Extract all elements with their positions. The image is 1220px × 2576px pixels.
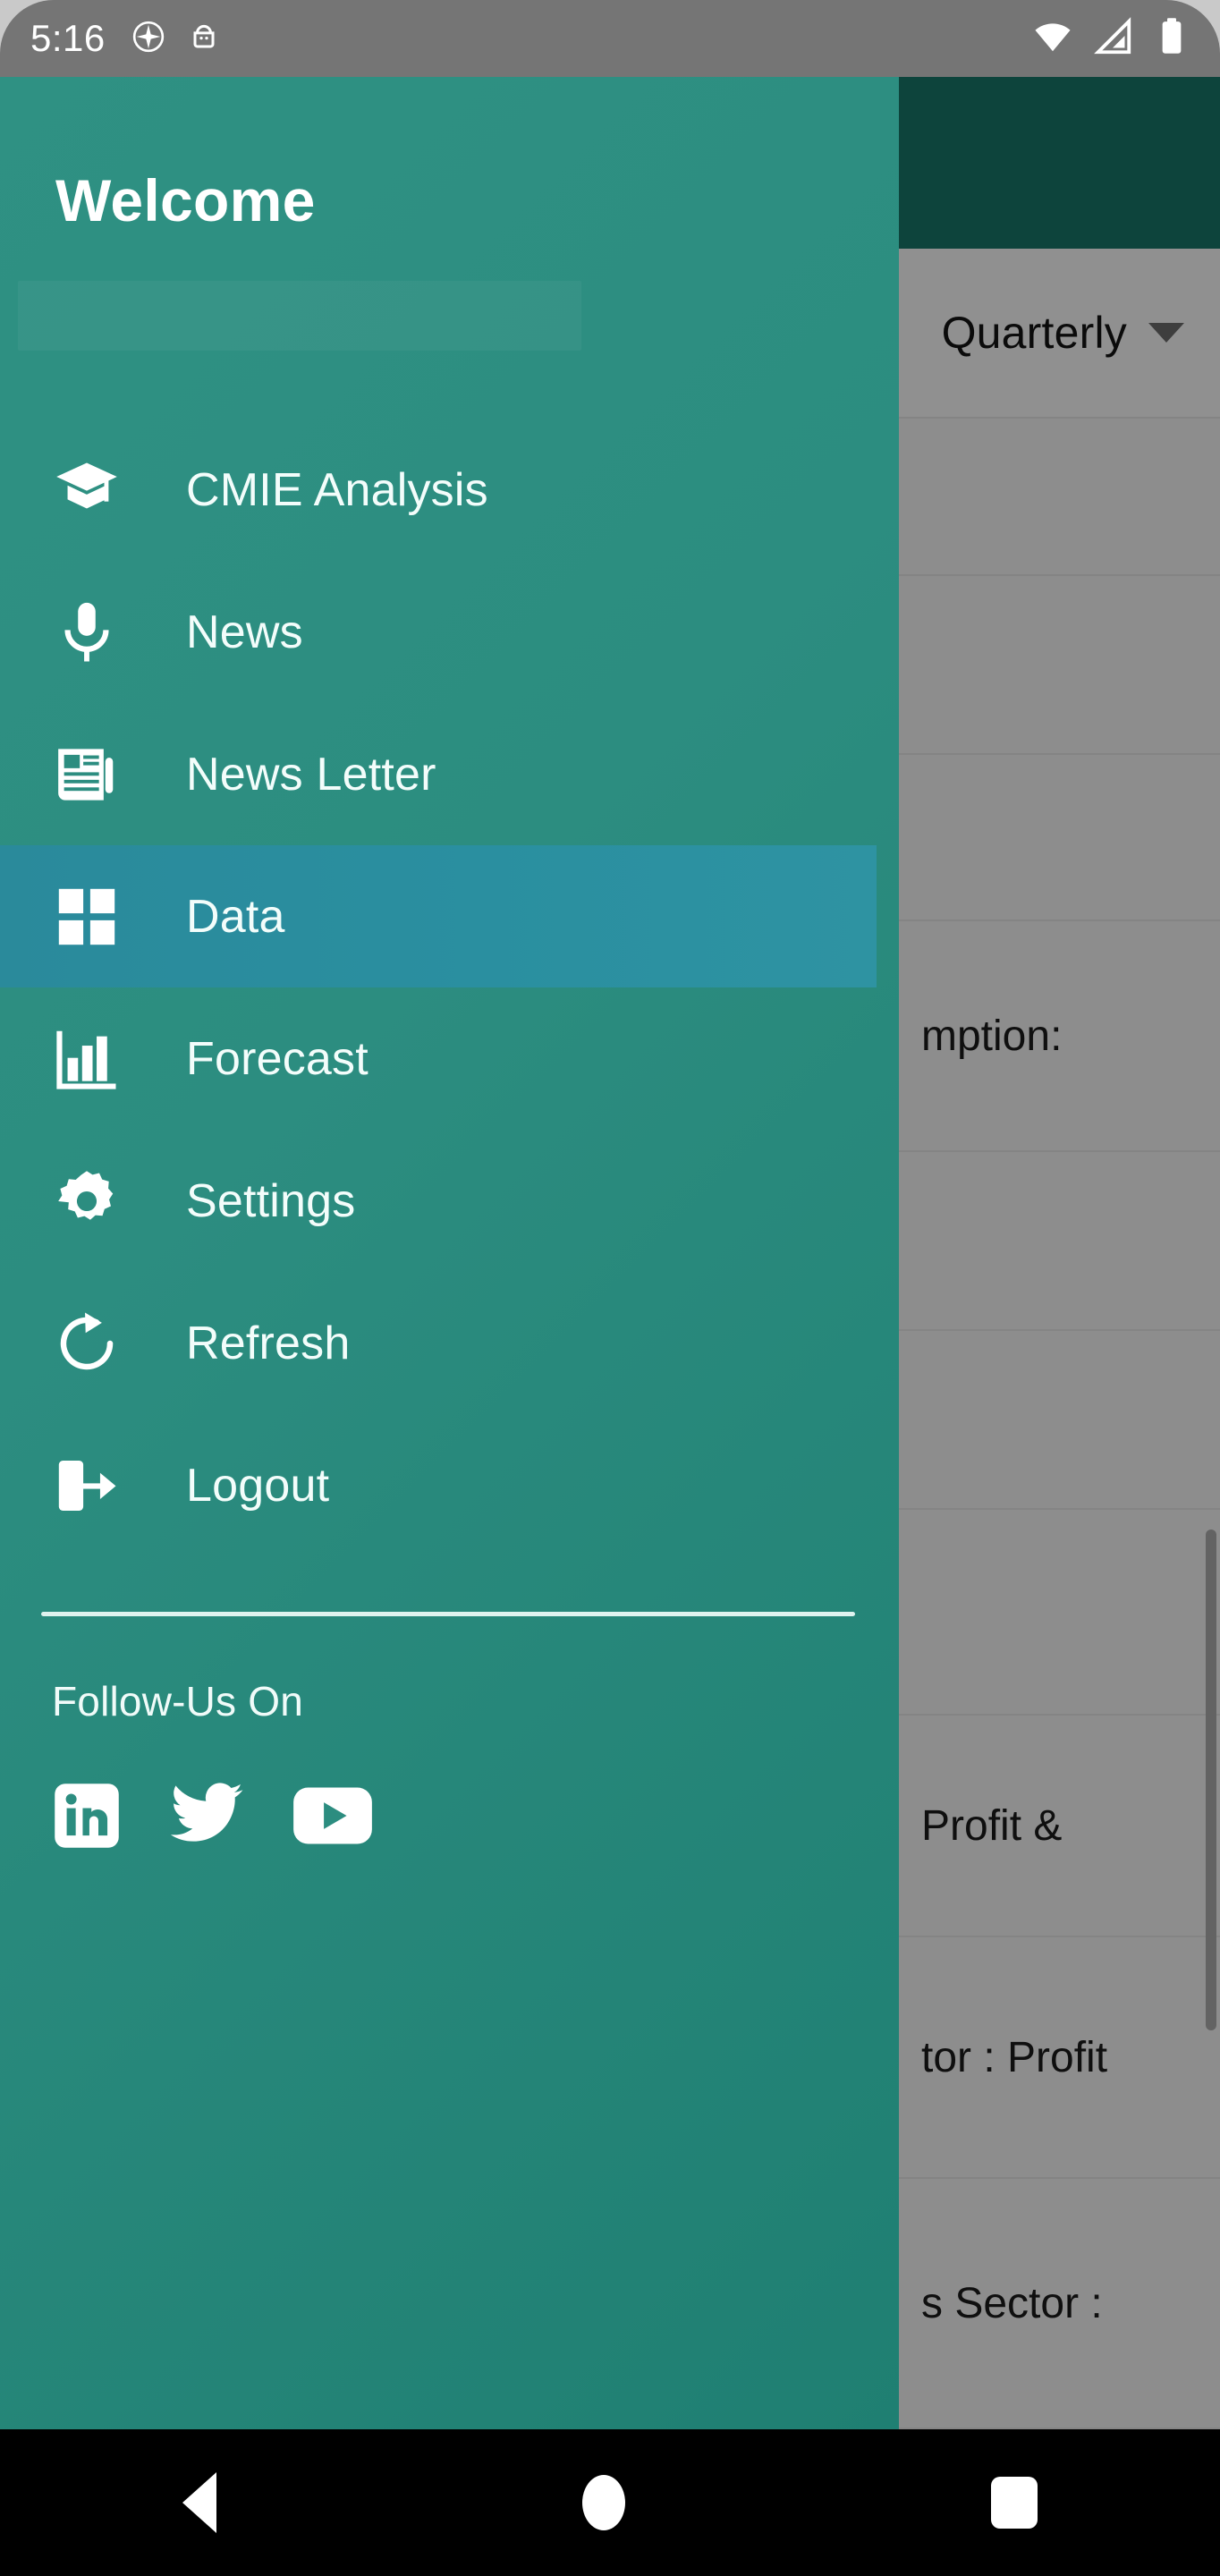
scrollbar-thumb[interactable] <box>1206 1530 1216 2030</box>
social-links <box>52 1781 899 1851</box>
microphone-icon <box>52 597 122 667</box>
drawer-item-label: News <box>186 606 303 658</box>
drawer-item-data[interactable]: Data <box>0 845 877 987</box>
chevron-down-icon[interactable] <box>1148 323 1184 343</box>
status-right-icons <box>1032 16 1190 62</box>
drawer-title: Welcome <box>55 167 316 233</box>
status-bar: 5:16 <box>0 0 1220 77</box>
bar-chart-icon <box>52 1024 122 1094</box>
drawer-item-logout[interactable]: Logout <box>0 1414 899 1556</box>
drawer-item-refresh[interactable]: Refresh <box>0 1272 899 1414</box>
drawer-item-label: Logout <box>186 1459 330 1512</box>
background-row-text: s Sector : <box>921 2279 1103 2327</box>
user-name-field[interactable] <box>18 281 581 351</box>
android-nav-bar <box>0 2429 1220 2576</box>
drawer-item-news[interactable]: News <box>0 561 899 703</box>
background-row-text: Profit & <box>921 1801 1063 1850</box>
status-time: 5:16 <box>30 17 106 59</box>
logout-icon <box>52 1451 122 1521</box>
graduation-cap-icon <box>52 455 122 525</box>
linkedin-icon[interactable] <box>52 1781 122 1851</box>
grid-squares-icon <box>52 882 122 952</box>
drawer-divider <box>41 1612 855 1616</box>
drawer-item-label: Settings <box>186 1174 356 1227</box>
newspaper-icon <box>52 740 122 809</box>
drawer-item-label: Forecast <box>186 1032 369 1085</box>
drawer-item-label: CMIE Analysis <box>186 463 488 516</box>
back-triangle-icon[interactable] <box>182 2472 217 2533</box>
youtube-icon[interactable] <box>292 1784 374 1847</box>
twitter-icon[interactable] <box>168 1781 245 1851</box>
drawer-item-settings[interactable]: Settings <box>0 1130 899 1272</box>
drawer-item-forecast[interactable]: Forecast <box>0 987 899 1130</box>
wifi-icon <box>1032 16 1073 62</box>
cellular-signal-icon <box>1093 16 1134 62</box>
location-off-icon <box>131 19 166 59</box>
drawer-header: Welcome <box>0 77 899 351</box>
gear-icon <box>52 1166 122 1236</box>
refresh-icon <box>52 1309 122 1378</box>
android-debug-icon <box>186 19 222 59</box>
drawer-item-label: Data <box>186 890 285 943</box>
background-row-text: mption: <box>921 1012 1063 1060</box>
status-left-icons <box>131 19 222 59</box>
follow-us-title: Follow-Us On <box>52 1678 304 1724</box>
period-filter-label: Quarterly <box>941 308 1127 358</box>
recents-square-icon[interactable] <box>990 2477 1038 2529</box>
drawer-item-cmie-analysis[interactable]: CMIE Analysis <box>0 419 899 561</box>
drawer-item-label: News Letter <box>186 748 436 801</box>
drawer-item-news-letter[interactable]: News Letter <box>0 703 899 845</box>
background-row-text: tor : Profit <box>921 2033 1108 2081</box>
phone-screen: Quarterly mption: Profit & tor : Profit s S… <box>0 0 1220 2576</box>
home-circle-icon[interactable] <box>581 2475 625 2530</box>
drawer-item-label: Refresh <box>186 1317 351 1369</box>
navigation-drawer: Welcome CMIE Analysis News News Letter Data… <box>0 77 899 2429</box>
drawer-menu: CMIE Analysis News News Letter Data Forecast… <box>0 419 899 1556</box>
battery-full-icon <box>1154 16 1190 62</box>
